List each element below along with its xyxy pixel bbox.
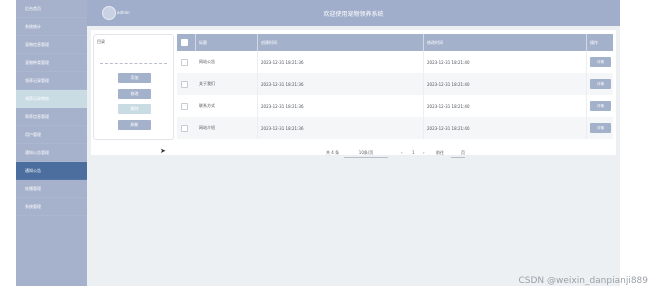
sidebar-item-adoption-records[interactable]: 领养记录管理 [16, 72, 87, 90]
category-tree-panel: 目录 添加 修改 删除 刷新 [93, 34, 174, 140]
total-count: 共 4 条 [326, 150, 340, 155]
sidebar-item-adoption-review[interactable]: 领养记录审核 [16, 90, 87, 108]
table-row[interactable]: 网站公告 2023-12-31 18:21:36 2023-12-31 18:2… [177, 51, 613, 73]
cell-updated: 2023-12-31 18:21:40 [427, 125, 470, 131]
table-row[interactable]: 关于我们 2023-12-31 18:21:36 2023-12-31 18:2… [177, 73, 613, 95]
mouse-cursor-icon: ➤ [160, 147, 166, 155]
content-card: 目录 添加 修改 删除 刷新 标题 创建时间 修改时间 操作 网站公告 2023… [91, 30, 616, 158]
detail-button[interactable]: 详情 [590, 57, 611, 67]
column-divider [257, 34, 258, 51]
checkbox-icon [181, 39, 188, 46]
column-divider [257, 95, 258, 117]
next-page-button[interactable]: › [423, 150, 425, 155]
column-header-operation: 操作 [590, 39, 598, 45]
detail-button[interactable]: 详情 [590, 79, 611, 89]
row-checkbox[interactable] [181, 117, 188, 139]
column-divider [423, 95, 424, 117]
column-divider [586, 73, 587, 95]
goto-label: 前往 [436, 150, 444, 155]
row-checkbox[interactable] [181, 95, 188, 117]
cell-created: 2023-12-31 18:21:36 [261, 125, 304, 131]
cell-created: 2023-12-31 18:21:36 [261, 81, 304, 87]
detail-button[interactable]: 详情 [590, 123, 611, 133]
checkbox-icon [181, 124, 188, 132]
column-divider [257, 51, 258, 73]
checkbox-icon [181, 58, 188, 66]
tree-label: 目录 [97, 39, 105, 44]
cell-operation: 详情 [590, 51, 611, 73]
table-header-row: 标题 创建时间 修改时间 操作 [177, 34, 613, 51]
checkbox-icon [181, 80, 188, 88]
column-header-created[interactable]: 创建时间 [261, 34, 277, 51]
cell-title: 网站介绍 [199, 125, 215, 130]
sidebar-item-statistics[interactable]: 系统统计 [16, 18, 87, 36]
sidebar-item-pet-info[interactable]: 宠物信息管理 [16, 36, 87, 54]
sidebar-item-system[interactable]: 系统管理 [16, 198, 87, 216]
sidebar-item-fostering[interactable]: 寄养信息管理 [16, 108, 87, 126]
watermark: CSDN @weixin_danpianji889 [518, 276, 649, 286]
edit-button[interactable]: 修改 [118, 89, 151, 99]
table-row[interactable]: 网站介绍 2023-12-31 18:21:36 2023-12-31 18:2… [177, 117, 613, 139]
select-all-checkbox[interactable] [181, 34, 188, 51]
column-divider [257, 73, 258, 95]
column-divider [423, 51, 424, 73]
column-divider [586, 117, 587, 139]
cell-operation: 详情 [590, 95, 611, 117]
cell-operation: 详情 [590, 73, 611, 95]
column-divider [586, 51, 587, 73]
checkbox-icon [181, 102, 188, 110]
column-divider [257, 117, 258, 139]
column-divider [586, 34, 587, 51]
sidebar-item-users[interactable]: 用户管理 [16, 126, 87, 144]
add-button[interactable]: 添加 [118, 73, 151, 83]
sidebar-item-pet-category[interactable]: 宠物种类管理 [16, 54, 87, 72]
sidebar-item-notice-manage[interactable]: 通知公告管理 [16, 144, 87, 162]
prev-page-button[interactable]: ‹ [401, 150, 403, 155]
delete-button[interactable]: 删除 [118, 104, 151, 114]
column-divider [423, 34, 424, 51]
sidebar-item-notice[interactable]: 通知公告 [16, 162, 87, 180]
cell-updated: 2023-12-31 18:21:40 [427, 81, 470, 87]
column-divider [195, 34, 196, 51]
page-size-select[interactable]: 10条/页 [344, 150, 388, 158]
column-divider [423, 117, 424, 139]
table-row[interactable]: 联系方式 2023-12-31 18:21:36 2023-12-31 18:2… [177, 95, 613, 117]
cell-title: 关于我们 [199, 81, 215, 86]
top-header: admin 欢迎使用宠物领养系统 [87, 0, 620, 26]
column-header-updated[interactable]: 修改时间 [427, 34, 443, 51]
sidebar-item-home[interactable]: 后台首页 [16, 0, 87, 18]
data-table: 标题 创建时间 修改时间 操作 网站公告 2023-12-31 18:21:36… [177, 34, 613, 139]
row-checkbox[interactable] [181, 51, 188, 73]
sidebar: 后台首页 系统统计 宠物信息管理 宠物种类管理 领养记录管理 领养记录审核 寄养… [16, 0, 87, 286]
cell-operation: 详情 [590, 117, 611, 139]
page-unit-label: 页 [461, 150, 465, 155]
cell-created: 2023-12-31 18:21:36 [261, 59, 304, 65]
sidebar-item-carousel[interactable]: 轮播管理 [16, 180, 87, 198]
page-title: 欢迎使用宠物领养系统 [323, 11, 384, 18]
current-page[interactable]: 1 [412, 150, 415, 155]
main-content: 目录 添加 修改 删除 刷新 标题 创建时间 修改时间 操作 网站公告 2023… [87, 26, 620, 286]
column-divider [586, 95, 587, 117]
cell-title: 联系方式 [199, 103, 215, 108]
row-checkbox[interactable] [181, 73, 188, 95]
refresh-button[interactable]: 刷新 [118, 120, 151, 130]
cell-updated: 2023-12-31 18:21:40 [427, 103, 470, 109]
column-header-title[interactable]: 标题 [199, 34, 207, 51]
tree-divider [100, 63, 167, 64]
detail-button[interactable]: 详情 [590, 101, 611, 111]
cell-created: 2023-12-31 18:21:36 [261, 103, 304, 109]
column-divider [423, 73, 424, 95]
cell-updated: 2023-12-31 18:21:40 [427, 59, 470, 65]
cell-title: 网站公告 [199, 59, 215, 64]
